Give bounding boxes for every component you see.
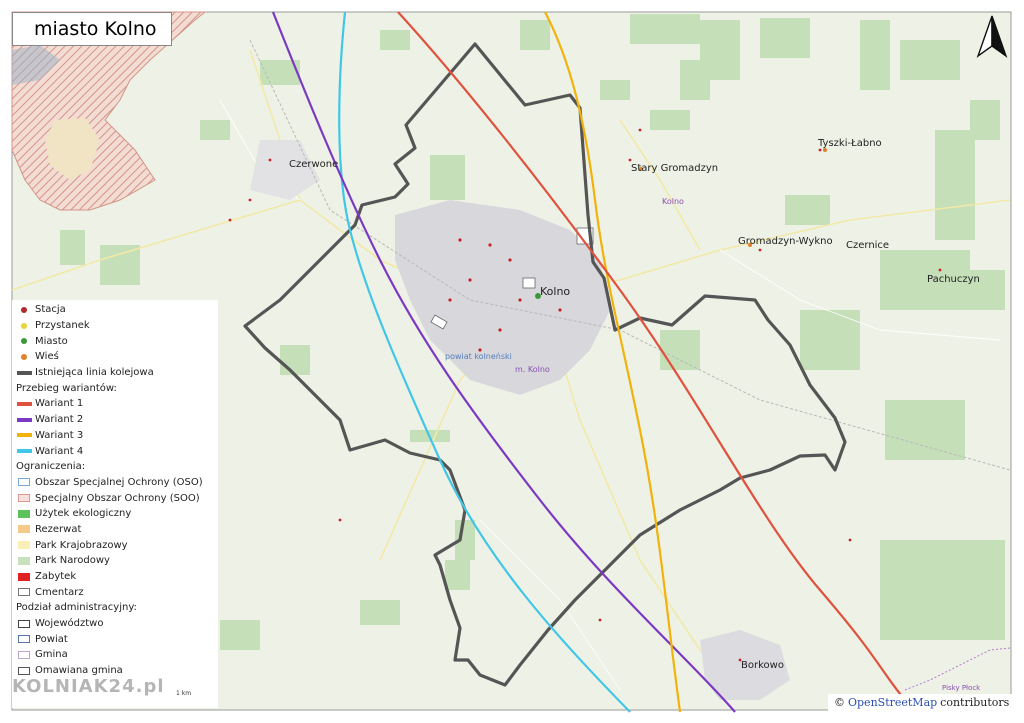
watermark: KOLNIAK24.pl — [12, 676, 165, 697]
place-label-kolno: Kolno — [540, 285, 571, 298]
legend-symbol-icon — [16, 619, 32, 628]
map-frame: miasto Kolno Czerwone Stary Gromadzyn Ko… — [0, 0, 1024, 723]
legend-item: Wariant 2 — [16, 412, 218, 428]
legend-item: Miasto — [16, 333, 218, 349]
attribution-link[interactable]: OpenStreetMap — [848, 696, 937, 709]
legend-symbol-icon — [16, 541, 32, 550]
map-title-box: miasto Kolno — [12, 12, 172, 46]
legend-symbol-icon — [16, 370, 32, 375]
legend-symbol-icon — [16, 666, 32, 675]
legend-symbol-icon — [16, 494, 32, 503]
legend-symbol-icon — [16, 525, 32, 534]
legend-symbol-icon — [16, 509, 32, 518]
legend-item-label: Stacja — [35, 304, 66, 316]
legend-symbol-icon — [16, 417, 32, 422]
attribution: © OpenStreetMap contributors — [828, 694, 1016, 711]
legend-symbol-icon — [16, 635, 32, 644]
place-label-powiat: powiat kolneński — [445, 352, 512, 361]
legend-restrictions-heading: Ograniczenia: — [16, 461, 86, 473]
legend-item-label: Wariant 4 — [35, 445, 84, 457]
legend-item: Stacja — [16, 302, 218, 318]
legend-item-label: Wieś — [35, 351, 59, 363]
place-label-czernice: Czernice — [846, 240, 890, 251]
legend-item-label: Zabytek — [35, 571, 77, 583]
legend-item: Park Krajobrazowy — [16, 537, 218, 553]
place-label-czerwone: Czerwone — [289, 159, 339, 170]
cemetery-marker — [522, 277, 536, 289]
legend-item-label: Omawiana gmina — [35, 665, 123, 677]
legend-item-label: Cmentarz — [35, 586, 84, 598]
map-legend: Stacja Przystanek Miasto Wieś Istniejąca lin… — [12, 300, 218, 708]
legend-item: Wariant 1 — [16, 396, 218, 412]
legend-item-label: Park Krajobrazowy — [35, 539, 128, 551]
legend-symbol-icon — [16, 306, 32, 313]
place-label-kolno-gmina: Kolno — [662, 197, 684, 206]
legend-item-label: Województwo — [35, 618, 104, 630]
legend-symbol-icon — [16, 588, 32, 597]
place-label-gromadzyn-wykno: Gromadzyn-Wykno — [738, 236, 833, 247]
attribution-suffix: contributors — [940, 696, 1010, 709]
legend-item-label: Powiat — [35, 633, 68, 645]
legend-item-label: Park Narodowy — [35, 555, 110, 567]
legend-symbol-icon — [16, 401, 32, 406]
legend-item: Województwo — [16, 616, 218, 632]
legend-symbol-icon — [16, 478, 32, 487]
legend-item-label: Obszar Specjalnej Ochrony (OSO) — [35, 476, 203, 488]
legend-item: Powiat — [16, 631, 218, 647]
attribution-prefix: © — [834, 696, 845, 709]
place-label-pachuczyn: Pachuczyn — [927, 274, 980, 285]
map-title: miasto Kolno — [34, 18, 157, 40]
legend-item: Użytek ekologiczny — [16, 506, 218, 522]
legend-item-label: Wariant 3 — [35, 429, 84, 441]
legend-item: Wariant 4 — [16, 443, 218, 459]
legend-item: Rezerwat — [16, 522, 218, 538]
legend-item-label: Przystanek — [35, 320, 90, 332]
legend-symbol-icon — [16, 572, 32, 581]
legend-variants-heading: Przebieg wariantów: — [16, 382, 117, 394]
legend-item: Cmentarz — [16, 584, 218, 600]
legend-admin-heading: Podział administracyjny: — [16, 602, 137, 614]
place-label-stary-gromadzyn: Stary Gromadzyn — [631, 163, 719, 174]
scale-label: 1 km — [176, 690, 192, 697]
legend-symbol-icon — [16, 556, 32, 565]
legend-item-label: Rezerwat — [35, 523, 82, 535]
legend-item-label: Wariant 2 — [35, 414, 84, 426]
legend-symbol-icon — [16, 433, 32, 438]
place-label-borkowo: Borkowo — [741, 660, 784, 671]
place-label-miasto: m. Kolno — [515, 365, 550, 374]
legend-item-label: Wariant 1 — [35, 398, 84, 410]
legend-item-label: Specjalny Obszar Ochrony (SOO) — [35, 492, 200, 504]
legend-item: Wariant 3 — [16, 428, 218, 444]
legend-item: Przystanek — [16, 318, 218, 334]
legend-item: Zabytek — [16, 569, 218, 585]
legend-item: Istniejąca linia kolejowa — [16, 365, 218, 381]
place-label-tyszki-labno: Tyszki-Łabno — [818, 138, 882, 149]
legend-symbol-icon — [16, 338, 32, 345]
legend-item: Wieś — [16, 349, 218, 365]
legend-symbol-icon — [16, 650, 32, 659]
legend-item-label: Miasto — [35, 335, 68, 347]
legend-item-label: Gmina — [35, 649, 68, 661]
legend-item: Obszar Specjalnej Ochrony (OSO) — [16, 475, 218, 491]
legend-item: Specjalny Obszar Ochrony (SOO) — [16, 490, 218, 506]
legend-symbol-icon — [16, 449, 32, 454]
legend-item-label: Istniejąca linia kolejowa — [35, 367, 154, 379]
place-label-pisa: Pisky Płock — [942, 684, 981, 692]
legend-symbol-icon — [16, 353, 32, 360]
legend-symbol-icon — [16, 322, 32, 329]
legend-item-label: Użytek ekologiczny — [35, 508, 132, 520]
legend-item: Gmina — [16, 647, 218, 663]
legend-item: Park Narodowy — [16, 553, 218, 569]
